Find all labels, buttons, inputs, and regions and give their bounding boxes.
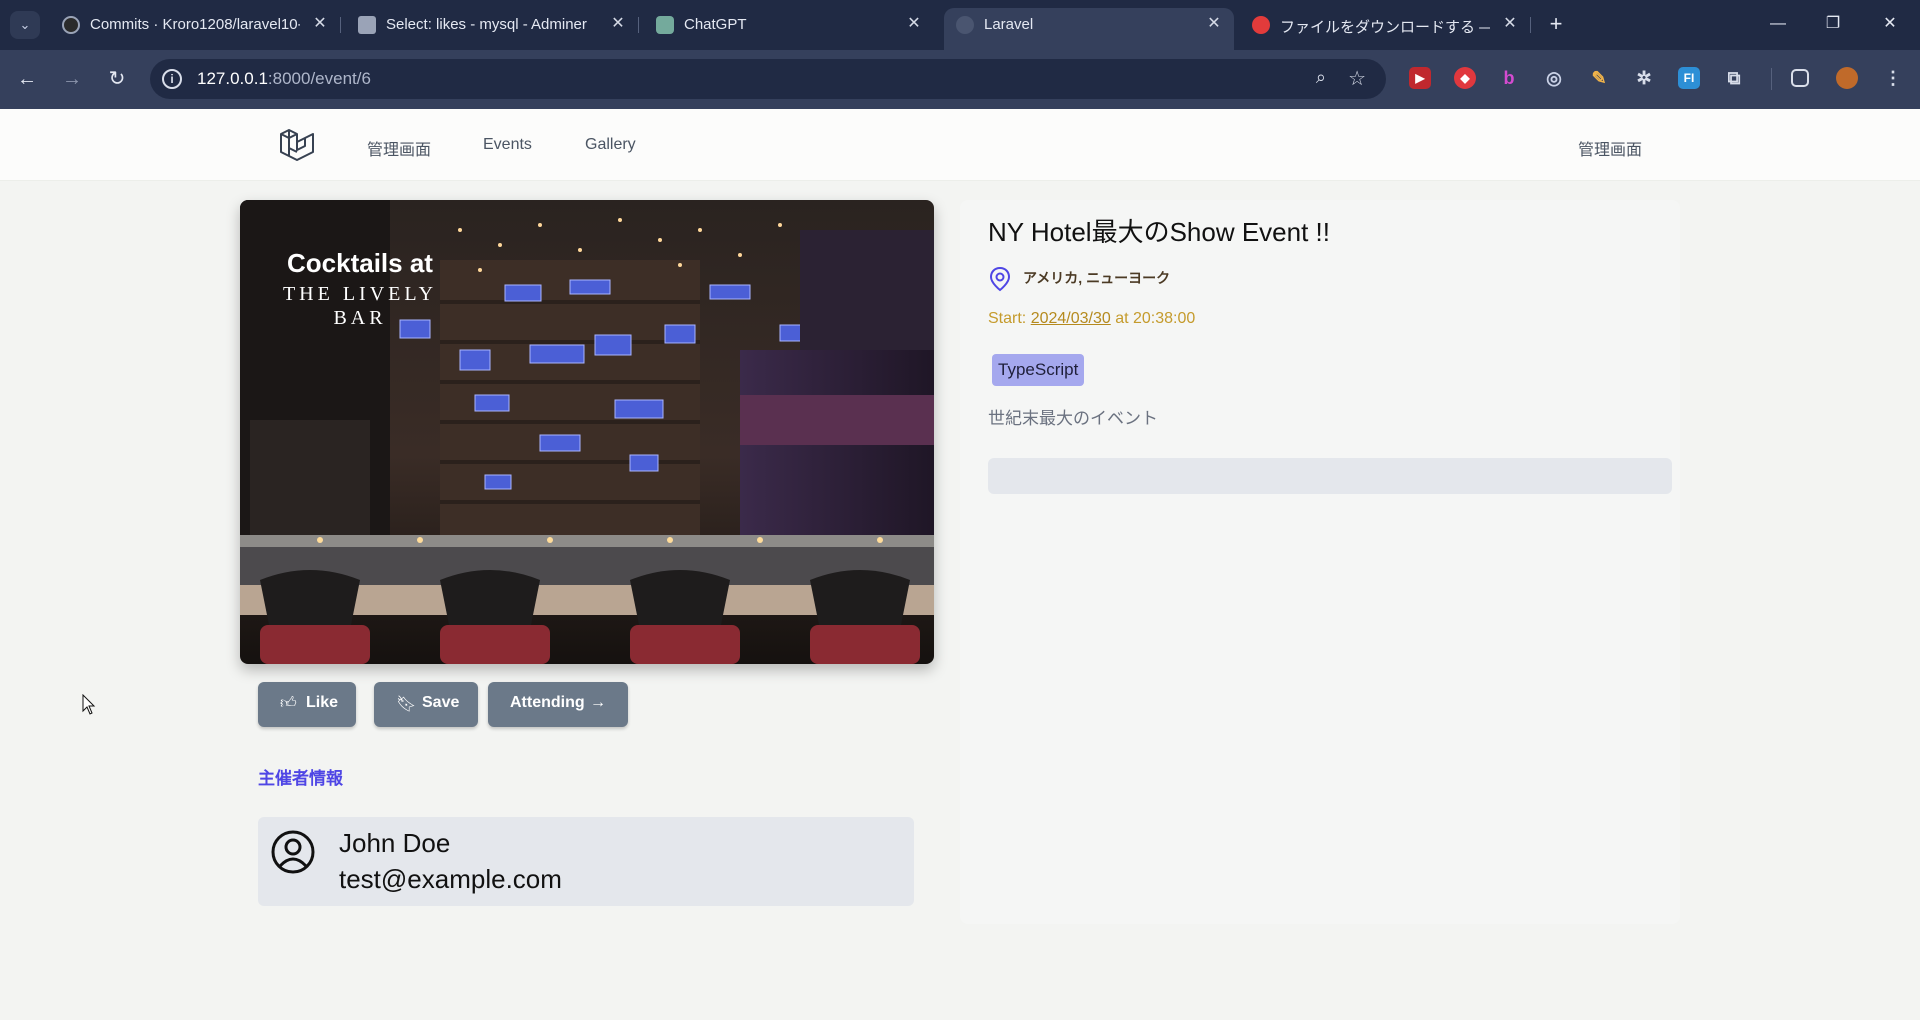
- attending-button-label: Attending: [510, 694, 585, 711]
- nav-link-events[interactable]: Events: [483, 136, 532, 154]
- chatgpt-icon: [656, 16, 674, 34]
- url-path: :8000/event/6: [267, 69, 371, 88]
- save-button[interactable]: 🔖︎ Save: [374, 682, 478, 727]
- start-date: 2024/03/30: [1030, 310, 1111, 327]
- save-button-label: Save: [422, 694, 460, 711]
- react-extension-icon[interactable]: ✲: [1633, 67, 1655, 89]
- puzzle-extensions-icon[interactable]: ⧉: [1723, 67, 1745, 89]
- tab-title: Laravel: [984, 16, 1034, 33]
- youtube-extension-icon[interactable]: ▶: [1409, 67, 1431, 89]
- tab-separator: [1530, 17, 1531, 33]
- close-tab-icon[interactable]: ✕: [1500, 14, 1520, 34]
- bookmark-icon: 🔖︎: [396, 696, 417, 713]
- tab-convertio[interactable]: ファイルをダウンロードする — Conve ✕: [1240, 8, 1531, 42]
- new-tab-button[interactable]: +: [1544, 10, 1568, 38]
- address-bar[interactable]: i 127.0.0.1:8000/event/6 ⌕ ☆: [150, 59, 1386, 99]
- tab-title: Commits · Kroro1208/laravel10-: [90, 16, 300, 33]
- mouse-cursor-icon: [82, 694, 96, 715]
- restore-icon[interactable]: ❐: [1818, 10, 1848, 38]
- organizer-name: John Doe: [339, 828, 451, 858]
- laravel-logo-icon[interactable]: [277, 126, 317, 166]
- browser-tab-bar: ⌄ Commits · Kroro1208/laravel10- ✕ Selec…: [0, 0, 1920, 50]
- map-pin-icon: [989, 266, 1011, 292]
- side-panel-icon[interactable]: [1791, 69, 1809, 87]
- close-tab-icon[interactable]: ✕: [608, 14, 628, 34]
- user-circle-icon: [271, 830, 315, 874]
- bookmark-star-icon[interactable]: ☆: [1348, 66, 1366, 91]
- organizer-card: John Doe test@example.com: [258, 817, 914, 906]
- bing-extension-icon[interactable]: b: [1498, 67, 1520, 89]
- like-button[interactable]: 👍︎ Like: [258, 682, 356, 727]
- tab-separator: [340, 17, 341, 33]
- tab-github[interactable]: Commits · Kroro1208/laravel10- ✕: [50, 8, 341, 42]
- convertio-icon: [1252, 16, 1270, 34]
- close-tab-icon[interactable]: ✕: [1204, 14, 1224, 34]
- bar-interior-photo: Cocktails at THE LIVELY BAR: [240, 200, 934, 664]
- start-time: at 20:38:00: [1110, 310, 1196, 327]
- event-detail-panel: NY Hotel最大のShow Event !! アメリカ, ニューヨーク St…: [960, 200, 1680, 924]
- tab-laravel[interactable]: Laravel ✕: [944, 8, 1234, 50]
- fi-extension-icon[interactable]: FI: [1678, 67, 1700, 89]
- minimize-icon[interactable]: —: [1763, 10, 1793, 38]
- menu-kebab-icon[interactable]: ⋮: [1882, 67, 1904, 89]
- adminer-icon: [358, 16, 376, 34]
- nav-link-admin-right[interactable]: 管理画面: [1578, 136, 1642, 160]
- event-title: NY Hotel最大のShow Event !!: [988, 217, 1330, 247]
- event-image: Cocktails at THE LIVELY BAR: [240, 200, 934, 664]
- tab-separator: [638, 17, 639, 33]
- like-button-label: Like: [306, 694, 339, 711]
- close-tab-icon[interactable]: ✕: [904, 14, 924, 34]
- image-caption-line1: Cocktails at: [287, 248, 433, 278]
- site-navigation: 管理画面 Events Gallery 管理画面: [0, 109, 1920, 181]
- tag-badge: TypeScript: [992, 354, 1085, 386]
- nav-link-admin[interactable]: 管理画面: [367, 136, 431, 160]
- empty-placeholder-bar: [988, 458, 1672, 494]
- event-location: アメリカ, ニューヨーク: [1023, 270, 1171, 286]
- arrow-right-icon: →: [590, 694, 606, 711]
- url-text[interactable]: 127.0.0.1:8000/event/6: [197, 69, 371, 89]
- event-description: 世紀末最大のイベント: [988, 409, 1158, 428]
- target-extension-icon[interactable]: ◎: [1543, 67, 1565, 89]
- reload-icon[interactable]: ↻: [102, 64, 132, 94]
- forward-icon[interactable]: →: [57, 64, 87, 94]
- shield-extension-icon[interactable]: ◆: [1454, 67, 1476, 89]
- browser-toolbar: ← → ↻ i 127.0.0.1:8000/event/6 ⌕ ☆ ▶ ◆ b…: [0, 50, 1920, 109]
- organizer-heading: 主催者情報: [258, 769, 343, 788]
- pen-extension-icon[interactable]: ✎: [1588, 67, 1610, 89]
- organizer-email: test@example.com: [339, 864, 562, 894]
- url-host: 127.0.0.1: [197, 69, 268, 88]
- event-start: Start: 2024/03/30 at 20:38:00: [988, 310, 1195, 328]
- tab-title: ChatGPT: [684, 16, 747, 33]
- thumbs-up-icon: 👍︎: [280, 695, 297, 712]
- zoom-icon[interactable]: ⌕: [1316, 67, 1326, 88]
- start-prefix: Start:: [988, 310, 1031, 327]
- image-caption-line3: BAR: [333, 307, 386, 329]
- github-icon: [62, 16, 80, 34]
- close-window-icon[interactable]: ✕: [1875, 10, 1905, 38]
- attending-button[interactable]: Attending →: [488, 682, 628, 727]
- globe-icon: [956, 16, 974, 34]
- tab-title: ファイルをダウンロードする — Conve: [1280, 19, 1490, 36]
- site-info-icon[interactable]: i: [162, 69, 182, 89]
- nav-link-gallery[interactable]: Gallery: [585, 136, 636, 154]
- image-caption-line2: THE LIVELY: [283, 283, 437, 305]
- back-icon[interactable]: ←: [12, 64, 42, 94]
- profile-avatar[interactable]: [1836, 67, 1858, 89]
- tab-chatgpt[interactable]: ChatGPT ✕: [644, 8, 934, 42]
- toolbar-separator: [1771, 68, 1772, 90]
- tab-adminer[interactable]: Select: likes - mysql - Adminer ✕: [346, 8, 639, 42]
- tab-search-button[interactable]: ⌄: [10, 11, 40, 39]
- close-tab-icon[interactable]: ✕: [310, 14, 330, 34]
- tab-title: Select: likes - mysql - Adminer: [386, 16, 587, 33]
